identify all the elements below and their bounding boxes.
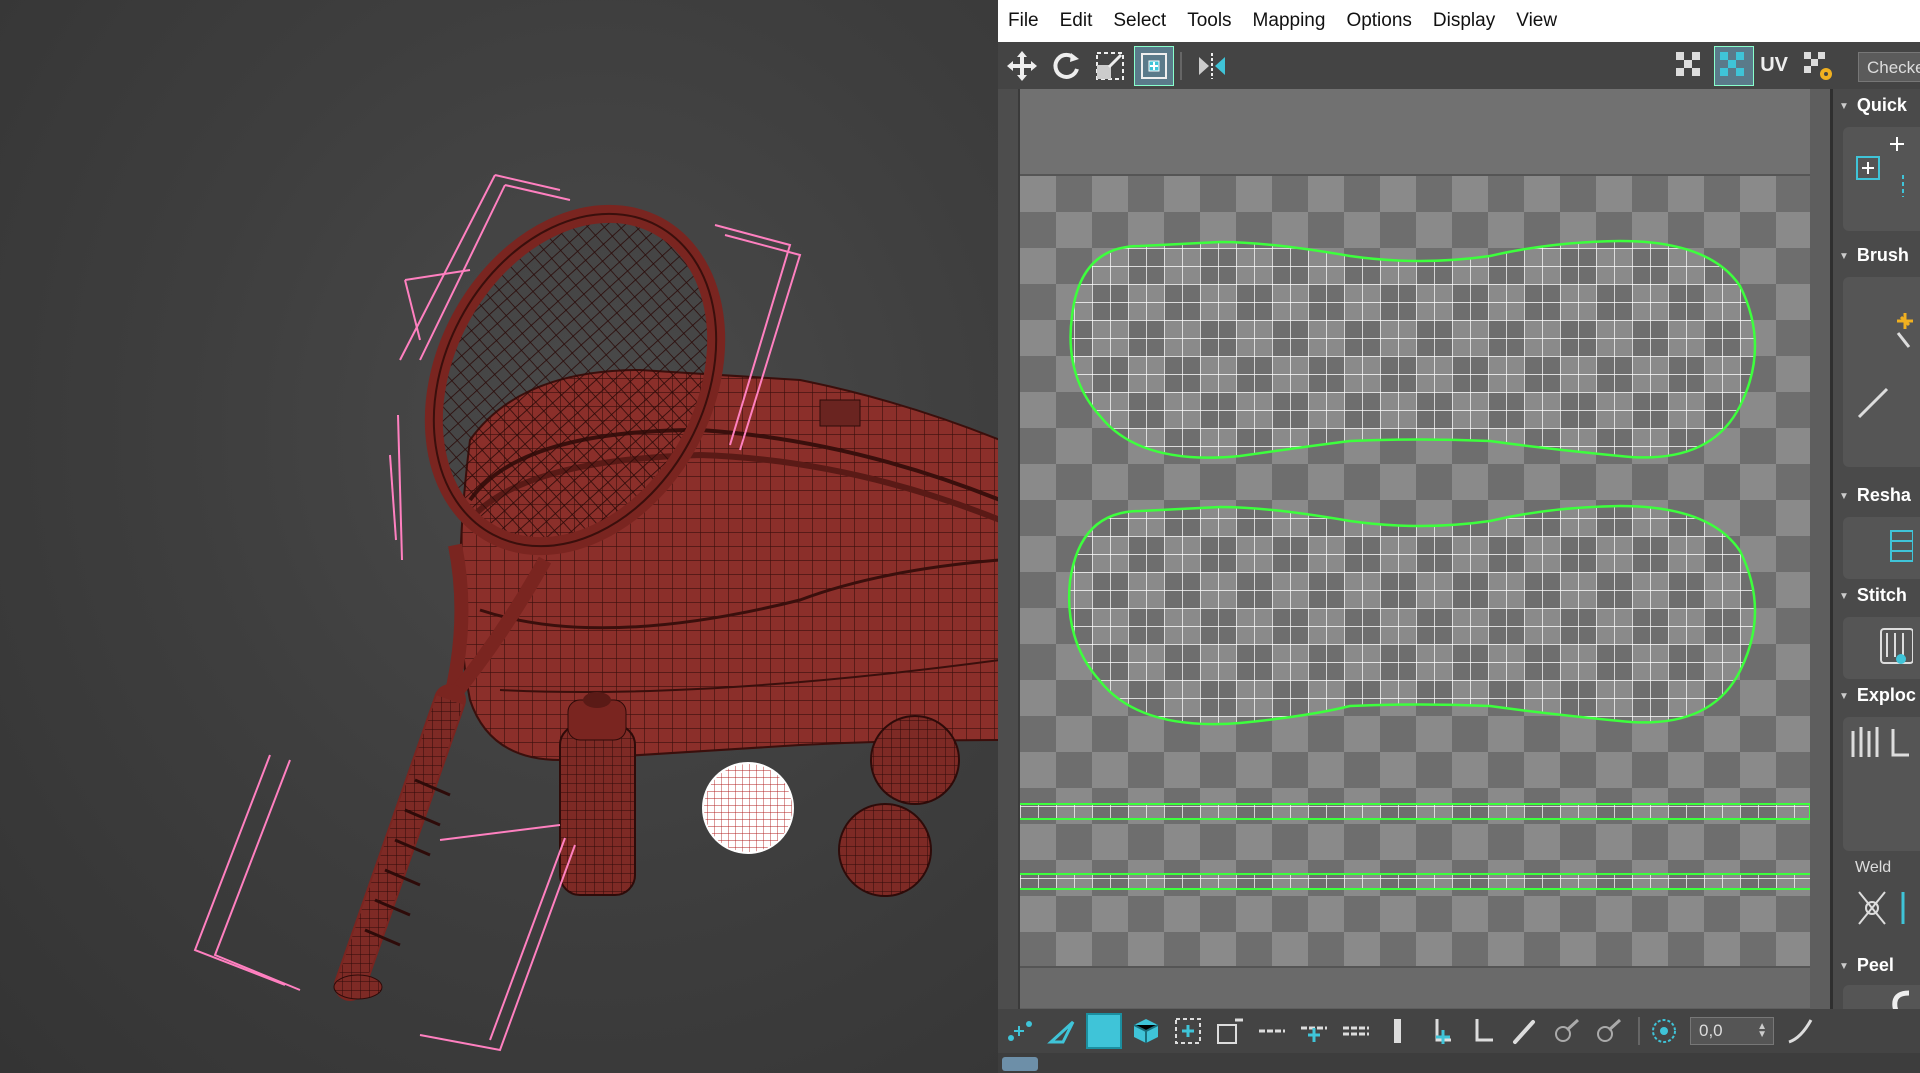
element-select-icon[interactable] <box>1128 1013 1164 1049</box>
weld-icon[interactable] <box>1847 884 1917 934</box>
stitch-group <box>1843 617 1920 679</box>
menu-tools[interactable]: Tools <box>1187 10 1231 32</box>
uv-checker-canvas[interactable] <box>1017 176 1813 966</box>
uv-label[interactable]: UV <box>1760 54 1788 77</box>
checker-pattern-icon[interactable] <box>1670 46 1710 86</box>
menu-select[interactable]: Select <box>1113 10 1166 32</box>
menu-file[interactable]: File <box>1008 10 1039 32</box>
menu-view[interactable]: View <box>1516 10 1557 32</box>
uv-canvas-bottom-margin <box>1020 966 1810 1008</box>
rollout-panel: ▼ Quick ▼ Brush ▼ Resha ▼ Stitch ▼ Exploc Wel… <box>1830 89 1920 1025</box>
explode-group <box>1843 717 1920 851</box>
rollout-reshape[interactable]: ▼ Resha <box>1839 485 1920 506</box>
loop-icon[interactable] <box>1254 1013 1290 1049</box>
checker-settings-icon[interactable] <box>1798 46 1838 86</box>
brush2-icon[interactable] <box>1590 1013 1626 1049</box>
menu-edit[interactable]: Edit <box>1060 10 1093 32</box>
uv-strip-2 <box>1017 873 1813 890</box>
rollout-brush[interactable]: ▼ Brush <box>1839 245 1920 266</box>
bottom-toolbar: 0,0 ▲ ▼ <box>998 1009 1920 1053</box>
toolbar-separator <box>1180 51 1182 80</box>
vertex-select-icon[interactable] <box>1002 1013 1038 1049</box>
uv-canvas-margin <box>1020 89 1810 176</box>
grow-icon[interactable] <box>1170 1013 1206 1049</box>
uv-island-middle <box>1067 504 1757 726</box>
paint-select-icon[interactable] <box>1506 1013 1542 1049</box>
falloff-icon[interactable] <box>1782 1013 1818 1049</box>
edge-select-icon[interactable] <box>1044 1013 1080 1049</box>
menu-bar: File Edit Select Tools Mapping Options D… <box>998 0 1920 42</box>
bottom-toolbar-row2 <box>998 1053 1920 1073</box>
weld-label: Weld <box>1855 859 1892 876</box>
rollout-peel-label: Peel <box>1856 955 1894 975</box>
brush-group <box>1843 277 1920 467</box>
toolbar-separator <box>1638 1017 1640 1045</box>
rollout-peel[interactable]: ▼ Peel <box>1839 955 1920 976</box>
scale-icon[interactable] <box>1090 46 1130 86</box>
uv-strip-1 <box>1017 803 1811 820</box>
menu-display[interactable]: Display <box>1433 10 1495 32</box>
face-select-icon[interactable] <box>1086 1013 1122 1049</box>
ring-icon[interactable] <box>1296 1013 1332 1049</box>
rollout-quick[interactable]: ▼ Quick <box>1839 95 1920 116</box>
rollout-reshape-label: Resha <box>1856 485 1911 505</box>
3d-viewport[interactable] <box>0 0 998 1073</box>
uv-left-strip <box>998 89 1020 1009</box>
checker-toggle-icon[interactable] <box>1714 45 1755 86</box>
checker-map-dropdown[interactable]: Checke <box>1858 52 1920 82</box>
ring2-icon[interactable] <box>1338 1013 1374 1049</box>
uv-islands <box>1017 239 1813 890</box>
menu-mapping[interactable]: Mapping <box>1253 10 1326 32</box>
shrink-icon[interactable] <box>1212 1013 1248 1049</box>
move-icon[interactable] <box>1002 46 1042 86</box>
weld-target-icon[interactable] <box>1422 1013 1458 1049</box>
top-toolbar: UV <box>998 42 1920 89</box>
rollout-explode-label: Exploc <box>1856 685 1916 705</box>
soft-select-icon[interactable] <box>1646 1013 1682 1049</box>
uv-editor-window: File Edit Select Tools Mapping Options D… <box>998 0 1920 1073</box>
freeform-icon[interactable] <box>1134 45 1174 86</box>
water-bottle-mesh <box>559 692 636 896</box>
break-icon[interactable] <box>1464 1013 1500 1049</box>
quick-transform-group <box>1843 127 1920 231</box>
spinner-value: 0,0 <box>1699 1021 1723 1040</box>
rollout-brush-label: Brush <box>1856 245 1909 265</box>
ring3-icon[interactable] <box>1380 1013 1416 1049</box>
brush-icon[interactable] <box>1548 1013 1584 1049</box>
rollout-stitch[interactable]: ▼ Stitch <box>1839 585 1920 606</box>
scene-render <box>193 174 998 1052</box>
uv-island-top <box>1069 239 1757 459</box>
rollout-explode[interactable]: ▼ Exploc <box>1839 685 1920 706</box>
menu-options[interactable]: Options <box>1346 10 1411 32</box>
rollout-stitch-label: Stitch <box>1856 585 1907 605</box>
rotate-icon[interactable] <box>1046 46 1086 86</box>
mirror-icon[interactable] <box>1192 46 1232 86</box>
reshape-group <box>1843 517 1920 579</box>
spinner-arrows-icon[interactable]: ▲ ▼ <box>1757 1022 1767 1040</box>
rollout-quick-label: Quick <box>1856 95 1907 115</box>
soft-select-spinner[interactable]: 0,0 ▲ ▼ <box>1690 1017 1774 1045</box>
